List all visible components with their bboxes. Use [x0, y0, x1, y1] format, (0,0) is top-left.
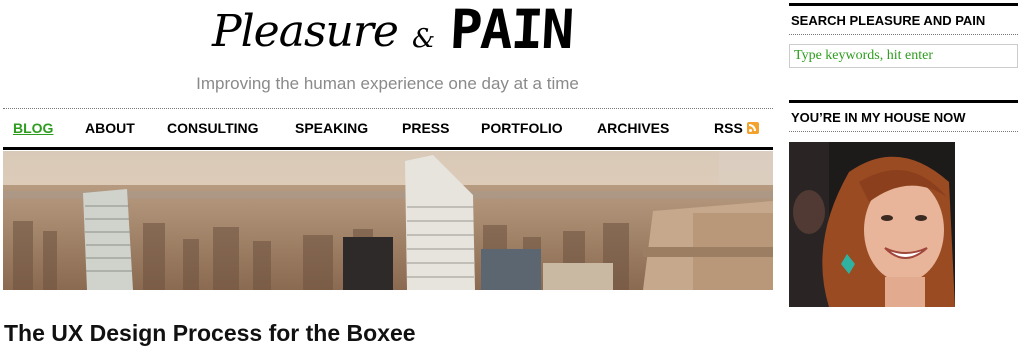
- nav-item-portfolio[interactable]: Portfolio: [481, 120, 563, 136]
- nav-item-archives[interactable]: Archives: [597, 120, 669, 136]
- nav-item-about[interactable]: About: [85, 120, 135, 136]
- author-portrait-illustration: [789, 142, 955, 307]
- nav-item-blog[interactable]: Blog: [13, 120, 53, 136]
- city-skyline-illustration: [3, 151, 773, 290]
- site-logo[interactable]: Pleasure & PAIN: [212, 0, 574, 66]
- post-title[interactable]: The UX Design Process for the Boxee: [4, 320, 416, 347]
- logo-script-text: Pleasure: [212, 6, 399, 57]
- nav-item-rss-label: RSS: [714, 120, 743, 136]
- search-heading: Search Pleasure and Pain: [789, 3, 1018, 35]
- header-banner-image: [3, 151, 773, 290]
- nav-item-speaking[interactable]: Speaking: [295, 120, 368, 136]
- author-photo: [789, 142, 955, 307]
- main-nav: Blog About Consulting Speaking Press Por…: [3, 108, 773, 150]
- logo-ampersand: &: [412, 24, 436, 54]
- logo-pain-text: PAIN: [448, 0, 574, 61]
- nav-item-rss[interactable]: RSS: [714, 120, 759, 136]
- nav-item-consulting[interactable]: Consulting: [167, 120, 259, 136]
- nav-item-press[interactable]: Press: [402, 120, 449, 136]
- rss-icon: [746, 122, 759, 134]
- site-tagline: Improving the human experience one day a…: [196, 74, 579, 93]
- house-heading: You’re in my house now: [789, 100, 1018, 132]
- search-input[interactable]: [789, 44, 1018, 68]
